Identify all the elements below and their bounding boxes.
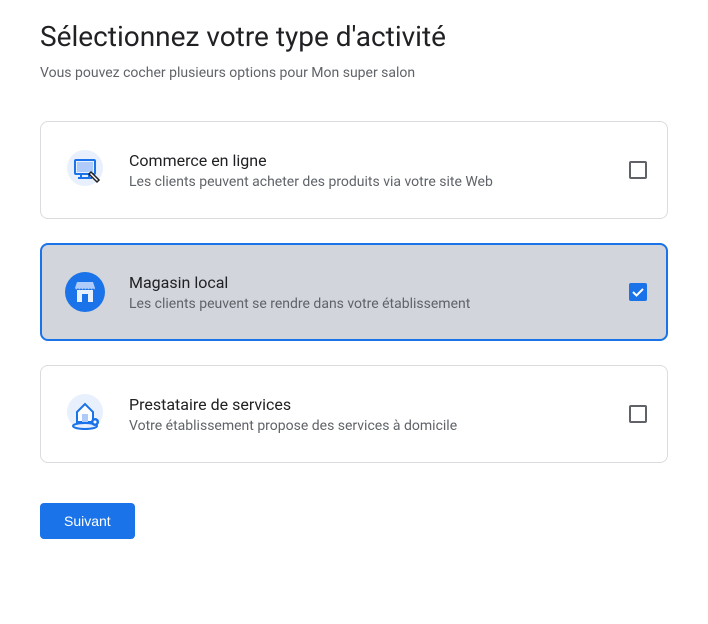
page-title: Sélectionnez votre type d'activité	[40, 20, 668, 53]
monitor-icon	[61, 146, 109, 194]
option-title: Magasin local	[129, 273, 617, 292]
page-subtitle: Vous pouvez cocher plusieurs options pou…	[40, 65, 668, 81]
option-online-retail[interactable]: Commerce en ligne Les clients peuvent ac…	[40, 121, 668, 219]
option-desc: Votre établissement propose des services…	[129, 418, 617, 434]
option-title: Prestataire de services	[129, 395, 617, 414]
checkbox-local-store[interactable]	[629, 283, 647, 301]
checkbox-service-provider[interactable]	[629, 405, 647, 423]
option-text: Magasin local Les clients peuvent se ren…	[129, 273, 617, 312]
checkbox-online-retail[interactable]	[629, 161, 647, 179]
home-pin-icon	[61, 390, 109, 438]
option-title: Commerce en ligne	[129, 151, 617, 170]
option-desc: Les clients peuvent se rendre dans votre…	[129, 296, 617, 312]
next-button[interactable]: Suivant	[40, 503, 135, 539]
option-service-provider[interactable]: Prestataire de services Votre établissem…	[40, 365, 668, 463]
option-local-store[interactable]: Magasin local Les clients peuvent se ren…	[40, 243, 668, 341]
store-icon	[61, 268, 109, 316]
option-text: Prestataire de services Votre établissem…	[129, 395, 617, 434]
option-desc: Les clients peuvent acheter des produits…	[129, 174, 617, 190]
option-text: Commerce en ligne Les clients peuvent ac…	[129, 151, 617, 190]
